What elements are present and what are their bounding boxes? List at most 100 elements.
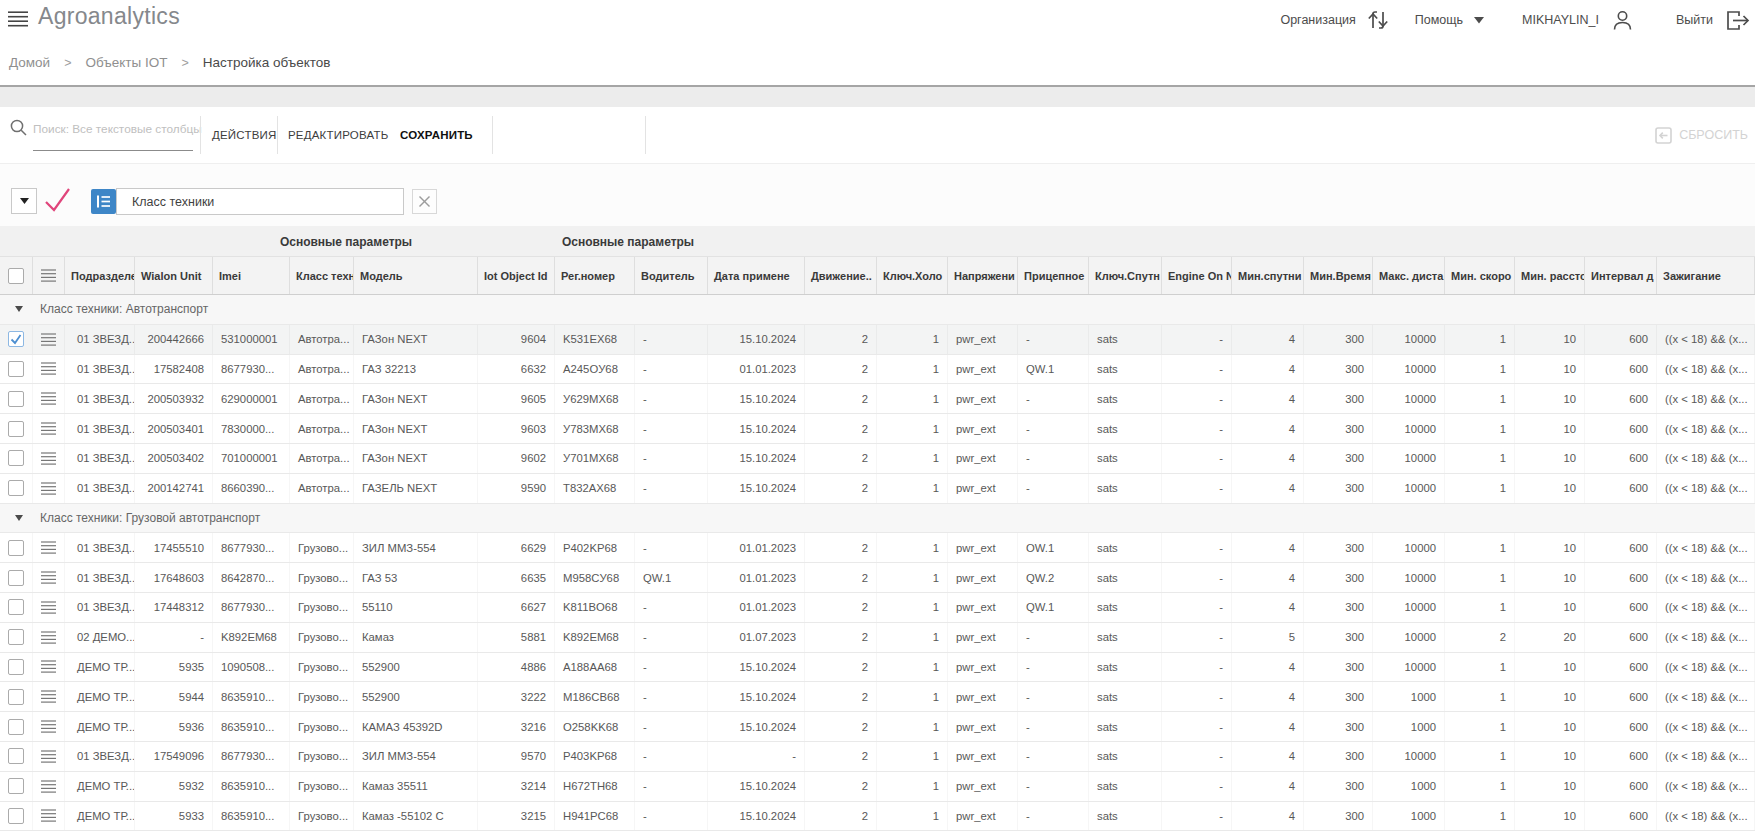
row-menu-icon[interactable] bbox=[41, 541, 56, 554]
col-klyuch-holostoy: 1 bbox=[877, 802, 948, 831]
row-checkbox[interactable] bbox=[8, 719, 24, 735]
logout-button[interactable]: Выйти bbox=[1676, 10, 1750, 31]
row-menu-icon[interactable] bbox=[41, 660, 56, 673]
menu-icon[interactable] bbox=[8, 11, 28, 27]
row-checkbox[interactable] bbox=[8, 570, 24, 586]
row-checkbox[interactable] bbox=[8, 540, 24, 556]
row-menu-icon[interactable] bbox=[41, 333, 56, 346]
group-header-row[interactable]: Класс техники: Автотранспорт bbox=[0, 295, 1755, 325]
collapse-triangle-icon[interactable] bbox=[15, 515, 23, 521]
row-menu-icon[interactable] bbox=[41, 482, 56, 495]
row-menu-icon[interactable] bbox=[41, 690, 56, 703]
column-header-engine-on[interactable]: Engine On N bbox=[1162, 257, 1232, 294]
filter-column-icon[interactable] bbox=[91, 189, 116, 214]
column-header-model[interactable]: Модель bbox=[354, 257, 478, 294]
row-menu-icon[interactable] bbox=[41, 362, 56, 375]
row-checkbox[interactable] bbox=[8, 659, 24, 675]
organization-menu[interactable]: Организация bbox=[1280, 8, 1390, 32]
col-iot-object-id: 9570 bbox=[478, 742, 555, 771]
column-header-data-primeneniya[interactable]: Дата примене bbox=[708, 257, 805, 294]
col-voditel: - bbox=[635, 682, 708, 711]
column-header-napryazhenie[interactable]: Напряжени bbox=[948, 257, 1018, 294]
row-menu-icon[interactable] bbox=[41, 601, 56, 614]
collapse-triangle-icon[interactable] bbox=[15, 306, 23, 312]
col-min-sputniki: 4 bbox=[1232, 474, 1304, 503]
col-podrazdelenie: 01 ЗВЕЗД... bbox=[65, 384, 135, 413]
filter-dropdown-button[interactable] bbox=[11, 188, 37, 214]
row-menu-icon[interactable] bbox=[41, 571, 56, 584]
row-checkbox[interactable] bbox=[8, 391, 24, 407]
col-data-primeneniya: 15.10.2024 bbox=[708, 772, 805, 801]
row-checkbox-checked[interactable] bbox=[8, 331, 24, 347]
column-header-reg-nomer[interactable]: Рег.номер bbox=[555, 257, 635, 294]
column-header-klass-tehniki[interactable]: Класс техни bbox=[290, 257, 354, 294]
actions-button[interactable]: ДЕЙСТВИЯ bbox=[212, 107, 277, 163]
row-menu-icon[interactable] bbox=[41, 750, 56, 763]
column-header-maks-distanciya[interactable]: Макс. диста bbox=[1373, 257, 1445, 294]
row-menu-icon[interactable] bbox=[41, 631, 56, 644]
col-interval: 600 bbox=[1585, 772, 1657, 801]
col-min-vremya: 300 bbox=[1304, 474, 1373, 503]
edit-button[interactable]: РЕДАКТИРОВАТЬ bbox=[288, 107, 388, 163]
col-min-skorost: 1 bbox=[1445, 653, 1515, 682]
row-menu-cell bbox=[33, 355, 65, 384]
reset-button[interactable]: СБРОСИТЬ bbox=[1655, 107, 1748, 163]
column-header-voditel[interactable]: Водитель bbox=[635, 257, 708, 294]
save-button[interactable]: СОХРАНИТЬ bbox=[400, 107, 473, 163]
filter-remove-button[interactable] bbox=[412, 189, 437, 214]
column-header-dvizhenie[interactable]: Движение.. bbox=[805, 257, 877, 294]
column-header-klyuch-holostoy[interactable]: Ключ.Холо bbox=[877, 257, 948, 294]
column-header-iot-object-id[interactable]: Iot Object Id bbox=[478, 257, 555, 294]
col-data-primeneniya: 01.01.2023 bbox=[708, 355, 805, 384]
column-header-pricepnoe[interactable]: Прицепное bbox=[1018, 257, 1089, 294]
row-menu-cell bbox=[33, 384, 65, 413]
column-header-imei[interactable]: Imei bbox=[213, 257, 290, 294]
reset-icon bbox=[1655, 127, 1672, 144]
row-checkbox[interactable] bbox=[8, 268, 24, 284]
row-menu-icon[interactable] bbox=[41, 452, 56, 465]
filter-enabled-checkmark[interactable] bbox=[42, 186, 73, 214]
column-header-min-sputniki[interactable]: Мин.спутни bbox=[1232, 257, 1304, 294]
column-header-zazhiganie[interactable]: Зажигание bbox=[1657, 257, 1755, 294]
row-menu-icon[interactable] bbox=[41, 809, 56, 822]
column-header-klyuch-sputnik[interactable]: Ключ.Спутн bbox=[1089, 257, 1162, 294]
user-menu[interactable]: MIKHAYLIN_I bbox=[1522, 9, 1634, 32]
column-header-min-vremya[interactable]: Мин.Время bbox=[1304, 257, 1373, 294]
row-checkbox[interactable] bbox=[8, 808, 24, 824]
group-header-row[interactable]: Класс техники: Грузовой автотранспорт bbox=[0, 504, 1755, 534]
row-menu-icon[interactable] bbox=[41, 780, 56, 793]
col-klyuch-sputnik: sats bbox=[1089, 474, 1162, 503]
column-header-min-skorost[interactable]: Мин. скоро bbox=[1445, 257, 1515, 294]
col-engine-on: - bbox=[1162, 563, 1232, 592]
row-menu-icon[interactable] bbox=[41, 422, 56, 435]
search-input[interactable]: Поиск: Все текстовые столбцы bbox=[33, 122, 202, 136]
row-menu-icon[interactable] bbox=[41, 392, 56, 405]
row-checkbox[interactable] bbox=[8, 421, 24, 437]
row-checkbox[interactable] bbox=[8, 778, 24, 794]
row-checkbox[interactable] bbox=[8, 361, 24, 377]
help-menu[interactable]: Помощь bbox=[1415, 13, 1484, 27]
row-menu-icon[interactable] bbox=[41, 720, 56, 733]
filter-value-input[interactable]: Класс техники bbox=[116, 188, 404, 215]
col-min-vremya: 300 bbox=[1304, 384, 1373, 413]
row-checkbox[interactable] bbox=[8, 450, 24, 466]
column-header-wialon-unit[interactable]: Wialon Unit bbox=[135, 257, 213, 294]
column-header-min-rasstoyanie[interactable]: Мин. рассто bbox=[1515, 257, 1585, 294]
column-header-podrazdelenie[interactable]: Подразделе bbox=[65, 257, 135, 294]
row-menu-icon[interactable] bbox=[41, 269, 56, 282]
row-checkbox[interactable] bbox=[8, 599, 24, 615]
col-engine-on: - bbox=[1162, 742, 1232, 771]
col-data-primeneniya: 01.01.2023 bbox=[708, 593, 805, 622]
column-header-interval[interactable]: Интервал д bbox=[1585, 257, 1657, 294]
row-checkbox[interactable] bbox=[8, 689, 24, 705]
row-checkbox[interactable] bbox=[8, 480, 24, 496]
breadcrumb-home[interactable]: Домой bbox=[9, 55, 50, 70]
col-podrazdelenie: 01 ЗВЕЗД... bbox=[65, 533, 135, 562]
col-klass-tehniki: Грузово... bbox=[290, 653, 354, 682]
breadcrumb-iot-objects[interactable]: Объекты IOT bbox=[85, 55, 167, 70]
select-all-cell bbox=[0, 257, 33, 294]
col-klyuch-sputnik: sats bbox=[1089, 653, 1162, 682]
row-checkbox[interactable] bbox=[8, 748, 24, 764]
row-checkbox[interactable] bbox=[8, 629, 24, 645]
col-zazhiganie: ((x < 18) && (x... bbox=[1657, 653, 1755, 682]
